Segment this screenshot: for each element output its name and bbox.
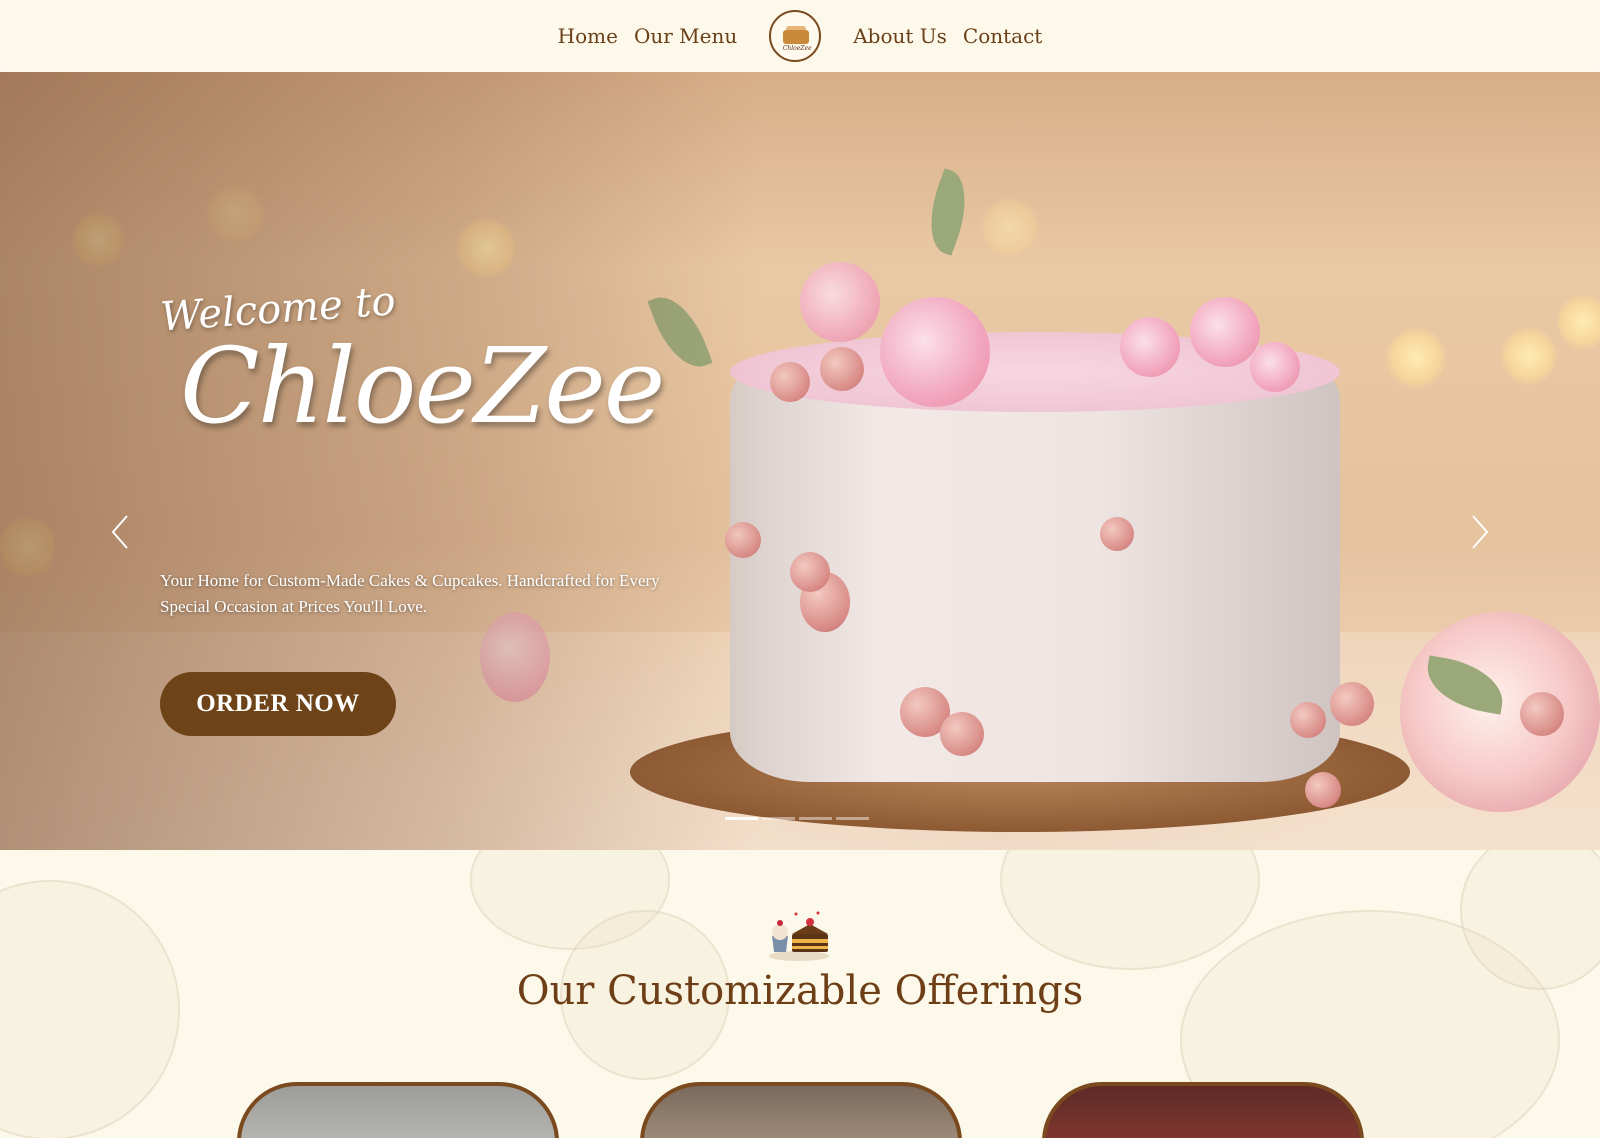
chevron-left-icon: [111, 515, 128, 549]
hero-tagline: Your Home for Custom-Made Cakes & Cupcak…: [160, 571, 660, 616]
order-now-button[interactable]: ORDER NOW: [160, 672, 396, 736]
offerings-title: Our Customizable Offerings: [516, 968, 1084, 1014]
slide-dot-4[interactable]: [836, 817, 869, 820]
slide-indicators: [725, 817, 869, 820]
slide-dot-2[interactable]: [762, 817, 795, 820]
chevron-right-icon: [1472, 515, 1489, 549]
hero-heading: Welcome to ChloeZee: [159, 277, 665, 447]
offerings-section: Our Customizable Offerings: [0, 850, 1600, 1138]
nav-home[interactable]: Home: [550, 24, 626, 48]
cake-icon: [769, 911, 829, 961]
top-nav: Home Our Menu ChloeZee About Us Contact: [0, 0, 1600, 72]
offering-card-2[interactable]: [640, 1082, 962, 1138]
slide-dot-3[interactable]: [799, 817, 832, 820]
logo-text: ChloeZee: [782, 45, 812, 52]
prev-slide-button[interactable]: [105, 512, 135, 552]
nav-our-menu[interactable]: Our Menu: [626, 24, 745, 48]
nav-contact[interactable]: Contact: [955, 24, 1050, 48]
nav-about-us[interactable]: About Us: [845, 24, 955, 48]
next-slide-button[interactable]: [1465, 512, 1495, 552]
hero-brand: ChloeZee: [180, 325, 665, 447]
hero-slider: Welcome to ChloeZee Your Home for Custom…: [0, 72, 1600, 850]
logo[interactable]: ChloeZee: [769, 10, 822, 62]
slide-dot-1[interactable]: [725, 817, 758, 820]
offering-card-1[interactable]: [237, 1082, 559, 1138]
offering-card-3[interactable]: [1042, 1082, 1364, 1138]
